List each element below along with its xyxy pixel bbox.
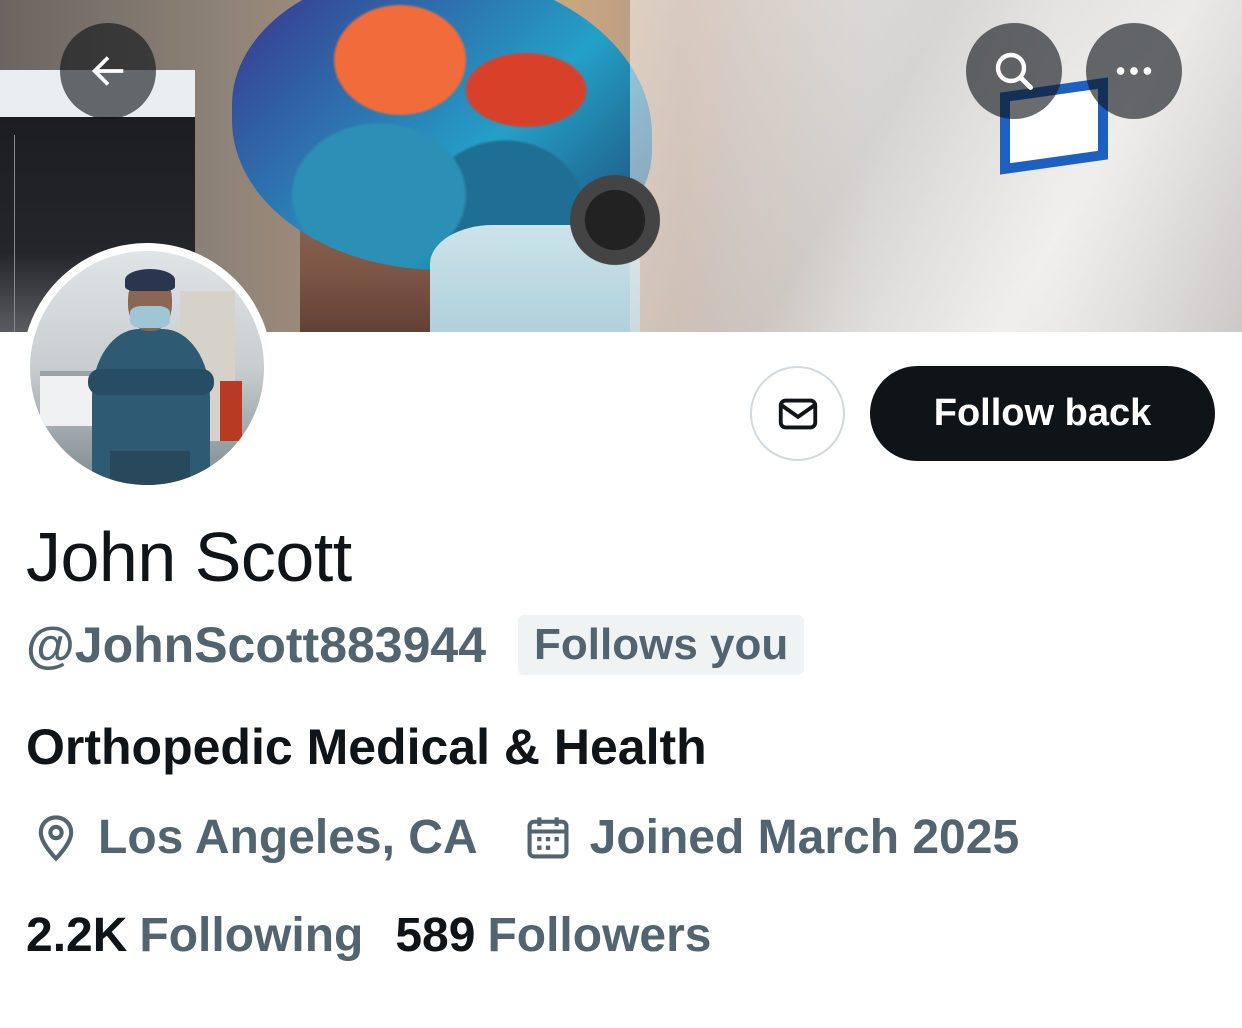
following-label: Following: [139, 909, 364, 962]
calendar-icon: [527, 817, 569, 859]
avatar-person-arms: [88, 369, 214, 395]
profile-avatar[interactable]: [22, 243, 272, 493]
following-count: 2.2K: [26, 909, 128, 962]
avatar-bg-red-bin: [220, 381, 242, 441]
location-text: Los Angeles, CA: [98, 811, 478, 864]
following-link[interactable]: 2.2K Following: [26, 912, 363, 960]
follow-stats-row: 2.2K Following 589 Followers: [26, 912, 711, 960]
banner-microscope-eyepiece: [560, 170, 670, 270]
more-horizontal-icon: [1116, 67, 1152, 75]
joined-item: Joined March 2025: [522, 811, 1020, 864]
envelope-icon: [778, 398, 817, 429]
follows-you-badge: Follows you: [518, 615, 805, 675]
message-button[interactable]: [750, 366, 845, 461]
avatar-person-mask: [130, 306, 170, 328]
profile-meta-row: Los Angeles, CA Joined March 2025: [30, 812, 1019, 864]
profile-handle: @JohnScott883944: [26, 617, 487, 673]
more-options-button[interactable]: [1086, 23, 1182, 119]
avatar-photo: [30, 251, 264, 485]
avatar-person-cap: [125, 269, 175, 291]
arrow-left-icon: [91, 56, 124, 86]
followers-count: 589: [395, 909, 476, 962]
search-icon: [995, 52, 1033, 90]
followers-link[interactable]: 589 Followers: [395, 912, 711, 960]
profile-bio: Orthopedic Medical & Health: [26, 719, 707, 775]
profile-name: John Scott: [26, 518, 352, 596]
back-button[interactable]: [60, 23, 156, 119]
handle-row: @JohnScott883944 Follows you: [26, 615, 805, 675]
location-item: Los Angeles, CA: [30, 812, 478, 864]
location-pin-icon: [38, 815, 74, 862]
joined-text: Joined March 2025: [589, 811, 1020, 864]
followers-label: Followers: [487, 909, 712, 962]
search-button[interactable]: [966, 23, 1062, 119]
follow-back-button[interactable]: Follow back: [870, 366, 1215, 461]
avatar-person-pants: [110, 451, 190, 485]
